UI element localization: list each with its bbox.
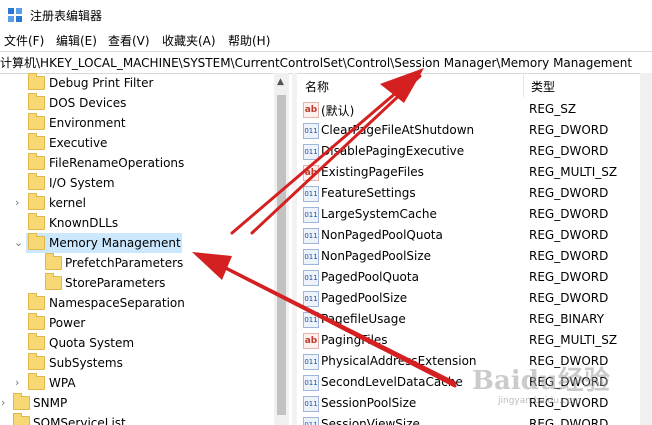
- folder-icon: [28, 73, 45, 90]
- list-scrollbar[interactable]: [640, 73, 652, 425]
- column-divider[interactable]: [523, 73, 524, 97]
- tree-scrollbar[interactable]: ▲: [274, 73, 289, 425]
- tree-item[interactable]: SubSystems: [0, 353, 274, 373]
- folder-icon: [28, 373, 45, 390]
- binary-value-icon: 011: [303, 123, 319, 139]
- value-row[interactable]: 011 PagedPoolQuota REG_DWORD: [297, 267, 652, 288]
- value-row[interactable]: 011 FeatureSettings REG_DWORD: [297, 183, 652, 204]
- tree-item[interactable]: › SNMP: [0, 393, 274, 413]
- binary-value-icon: 011: [303, 144, 319, 160]
- tree-item[interactable]: Debug Print Filter: [0, 73, 274, 93]
- address-bar[interactable]: 计算机\HKEY_LOCAL_MACHINE\SYSTEM\CurrentCon…: [0, 51, 652, 74]
- folder-icon: [28, 93, 45, 110]
- string-value-icon: ab: [303, 102, 319, 118]
- value-row[interactable]: 011 SessionViewSize REG_DWORD: [297, 414, 652, 425]
- scroll-up-icon[interactable]: ▲: [277, 77, 284, 87]
- string-value-icon: ab: [303, 333, 319, 349]
- binary-value-icon: 011: [303, 312, 319, 328]
- value-row[interactable]: 011 ClearPageFileAtShutdown REG_DWORD: [297, 120, 652, 141]
- chevron-right-icon[interactable]: ›: [1, 396, 11, 409]
- value-row[interactable]: 011 DisablePagingExecutive REG_DWORD: [297, 141, 652, 162]
- folder-icon: [28, 173, 45, 190]
- tree-item[interactable]: SOMServiceList: [0, 413, 274, 425]
- menu-view[interactable]: 查看(V): [108, 32, 150, 49]
- tree-item[interactable]: Executive: [0, 133, 274, 153]
- value-row[interactable]: ab (默认) REG_SZ: [297, 99, 652, 120]
- tree-item[interactable]: KnownDLLs: [0, 213, 274, 233]
- tree-item[interactable]: Quota System: [0, 333, 274, 353]
- value-row[interactable]: ab PagingFiles REG_MULTI_SZ: [297, 330, 652, 351]
- folder-icon: [28, 193, 45, 210]
- tree-item[interactable]: Power: [0, 313, 274, 333]
- tree-item[interactable]: StoreParameters: [0, 273, 274, 293]
- folder-icon: [28, 113, 45, 130]
- binary-value-icon: 011: [303, 375, 319, 391]
- string-value-icon: ab: [303, 165, 319, 181]
- binary-value-icon: 011: [303, 228, 319, 244]
- menu-favorites[interactable]: 收藏夹(A): [162, 32, 216, 49]
- menu-help[interactable]: 帮助(H): [228, 32, 270, 49]
- chevron-right-icon[interactable]: ›: [15, 376, 25, 389]
- tree-item[interactable]: › WPA: [0, 373, 274, 393]
- tree-item[interactable]: Environment: [0, 113, 274, 133]
- tree-item[interactable]: PrefetchParameters: [0, 253, 274, 273]
- folder-open-icon: [28, 233, 45, 250]
- menu-file[interactable]: 文件(F): [4, 32, 44, 49]
- window-title: 注册表编辑器: [30, 9, 103, 23]
- key-tree[interactable]: Debug Print Filter DOS Devices Environme…: [0, 73, 290, 425]
- watermark-url: jingyan.baidu.com: [498, 396, 582, 406]
- tree-item[interactable]: › kernel: [0, 193, 274, 213]
- menu-edit[interactable]: 编辑(E): [56, 32, 97, 49]
- address-path[interactable]: 计算机\HKEY_LOCAL_MACHINE\SYSTEM\CurrentCon…: [0, 54, 632, 71]
- value-row[interactable]: 011 PagefileUsage REG_BINARY: [297, 309, 652, 330]
- title-bar: 注册表编辑器: [0, 0, 652, 30]
- tree-item[interactable]: NamespaceSeparation: [0, 293, 274, 313]
- binary-value-icon: 011: [303, 249, 319, 265]
- folder-icon: [28, 313, 45, 330]
- folder-icon: [28, 213, 45, 230]
- scroll-thumb[interactable]: [277, 95, 286, 415]
- tree-item-selected[interactable]: Memory Management: [26, 233, 182, 253]
- value-row[interactable]: ab ExistingPageFiles REG_MULTI_SZ: [297, 162, 652, 183]
- chevron-right-icon[interactable]: ›: [15, 196, 25, 209]
- folder-icon: [28, 333, 45, 350]
- folder-icon: [45, 253, 62, 270]
- binary-value-icon: 011: [303, 354, 319, 370]
- folder-icon: [13, 413, 30, 425]
- binary-value-icon: 011: [303, 291, 319, 307]
- chevron-down-icon[interactable]: ⌄: [14, 236, 24, 249]
- registry-editor-icon: [8, 8, 22, 22]
- folder-icon: [28, 293, 45, 310]
- tree-item[interactable]: DOS Devices: [0, 93, 274, 113]
- folder-icon: [28, 353, 45, 370]
- folder-icon: [13, 393, 30, 410]
- value-row[interactable]: 011 LargeSystemCache REG_DWORD: [297, 204, 652, 225]
- tree-item[interactable]: I/O System: [0, 173, 274, 193]
- binary-value-icon: 011: [303, 207, 319, 223]
- binary-value-icon: 011: [303, 396, 319, 412]
- folder-icon: [28, 153, 45, 170]
- binary-value-icon: 011: [303, 417, 319, 425]
- value-row[interactable]: 011 NonPagedPoolSize REG_DWORD: [297, 246, 652, 267]
- menu-bar: 文件(F) 编辑(E) 查看(V) 收藏夹(A) 帮助(H): [0, 30, 652, 50]
- watermark-logo: Baidu经验: [472, 366, 610, 396]
- value-row[interactable]: 011 PagedPoolSize REG_DWORD: [297, 288, 652, 309]
- tree-item[interactable]: FileRenameOperations: [0, 153, 274, 173]
- binary-value-icon: 011: [303, 186, 319, 202]
- folder-icon: [28, 133, 45, 150]
- binary-value-icon: 011: [303, 270, 319, 286]
- value-row[interactable]: 011 NonPagedPoolQuota REG_DWORD: [297, 225, 652, 246]
- folder-icon: [45, 273, 62, 290]
